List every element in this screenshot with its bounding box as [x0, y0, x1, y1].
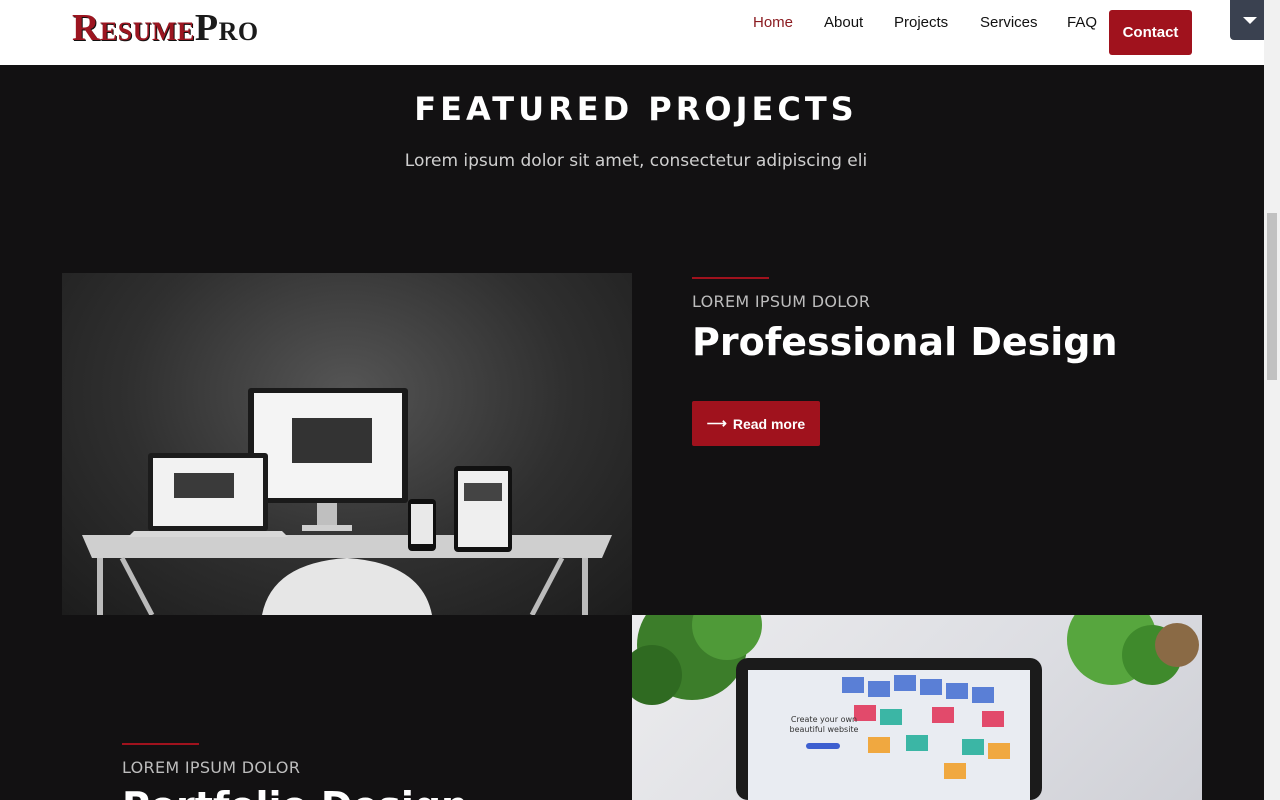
- read-more-button[interactable]: ⟶ Read more: [692, 401, 820, 446]
- arrow-right-icon: ⟶: [706, 415, 727, 431]
- image-caption-line1: Create your own: [790, 715, 858, 724]
- project-eyebrow: LOREM IPSUM DOLOR: [122, 758, 301, 777]
- laptop-website-image: Create your own beautiful website: [632, 615, 1202, 800]
- section-title: FEATURED PROJECTS: [414, 90, 858, 128]
- accent-line: [122, 743, 199, 745]
- caret-down-icon: [1243, 16, 1257, 24]
- project-title: Portfolio Design: [122, 784, 468, 800]
- read-more-label: Read more: [732, 415, 806, 432]
- logo-text: RO: [218, 17, 259, 46]
- project-title: Professional Design: [692, 320, 1118, 364]
- responsive-devices-image: [62, 273, 632, 615]
- site-header: R ESUME P RO Home About Projects Service…: [0, 0, 1264, 65]
- nav-services[interactable]: Services: [980, 14, 1038, 31]
- contact-button[interactable]: Contact: [1109, 10, 1192, 55]
- logo-text: ESUME: [99, 17, 195, 46]
- resumepro-logo[interactable]: R ESUME P RO: [72, 7, 259, 49]
- accent-line: [692, 277, 769, 279]
- project-eyebrow: LOREM IPSUM DOLOR: [692, 292, 871, 311]
- image-caption-line2: beautiful website: [789, 725, 859, 734]
- nav-faq[interactable]: FAQ: [1067, 14, 1097, 31]
- logo-letter: P: [194, 7, 219, 49]
- scrollbar-thumb[interactable]: [1267, 213, 1277, 380]
- logo-letter: R: [72, 7, 100, 49]
- nav-home[interactable]: Home: [753, 14, 793, 31]
- nav-projects[interactable]: Projects: [894, 14, 948, 31]
- devices-illustration: [82, 388, 612, 615]
- nav-about[interactable]: About: [824, 14, 863, 31]
- section-subtitle: Lorem ipsum dolor sit amet, consectetur …: [404, 151, 868, 171]
- laptop-illustration: [632, 615, 1199, 800]
